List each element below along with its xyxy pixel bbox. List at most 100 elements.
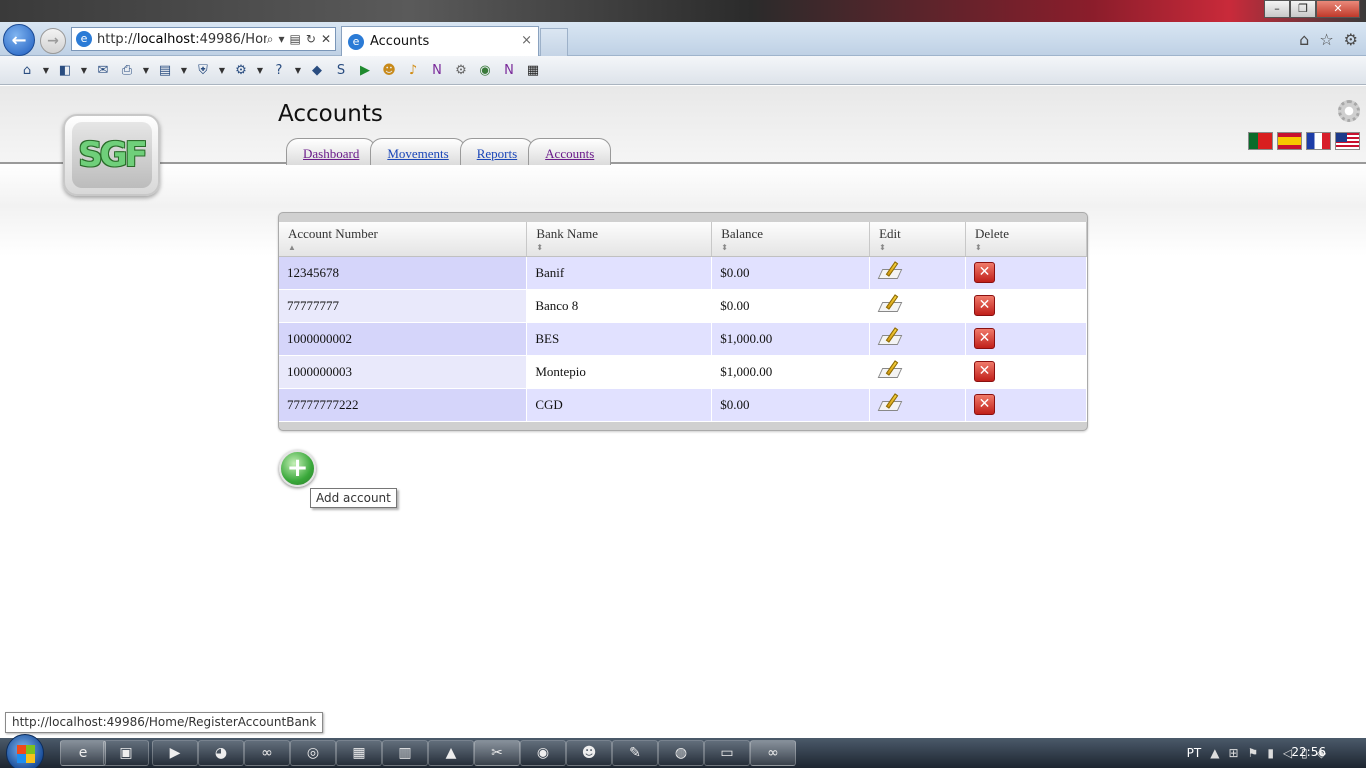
- delete-icon[interactable]: ✕: [974, 394, 996, 415]
- dropdown-arrow-icon[interactable]: ▼: [142, 61, 150, 79]
- edit-icon[interactable]: [877, 260, 903, 281]
- taskbar-firefox-icon[interactable]: ◕: [198, 740, 244, 766]
- taskbar-visual-studio-icon[interactable]: ∞: [244, 740, 290, 766]
- taskbar-globe-icon[interactable]: ◍: [658, 740, 704, 766]
- tab-dashboard-link[interactable]: Dashboard: [303, 146, 359, 161]
- refresh-icon[interactable]: ↻: [306, 32, 316, 47]
- taskbar-people-icon[interactable]: ☻: [566, 740, 612, 766]
- onenote-icon[interactable]: N: [500, 61, 518, 79]
- diamond-icon[interactable]: ◆: [308, 61, 326, 79]
- close-window-button[interactable]: ✕: [1316, 0, 1360, 18]
- minimize-button[interactable]: –: [1264, 0, 1290, 18]
- delete-icon[interactable]: ✕: [974, 295, 996, 316]
- back-button[interactable]: ←: [3, 24, 35, 56]
- tab-movements-link[interactable]: Movements: [387, 146, 448, 161]
- tools-gear-icon[interactable]: ⚙: [1344, 30, 1358, 49]
- dropdown-arrow-icon[interactable]: ▼: [294, 61, 302, 79]
- address-url[interactable]: http://localhost:49986/Home: [97, 32, 267, 47]
- france-flag-icon[interactable]: [1306, 132, 1331, 150]
- maximize-button[interactable]: ❐: [1290, 0, 1316, 18]
- play-icon[interactable]: ▶: [356, 61, 374, 79]
- delete-icon[interactable]: ✕: [974, 262, 996, 283]
- new-tab-button[interactable]: [540, 28, 568, 56]
- tab-accounts[interactable]: Accounts: [528, 138, 612, 165]
- taskbar-tools-icon[interactable]: ✂: [474, 740, 520, 766]
- mail-icon[interactable]: ✉: [94, 61, 112, 79]
- usa-flag-icon[interactable]: [1335, 132, 1360, 150]
- dropdown-arrow-icon[interactable]: ▾: [279, 32, 285, 47]
- page-menu-icon[interactable]: ▤: [156, 61, 174, 79]
- taskbar-archive-icon[interactable]: ▥: [382, 740, 428, 766]
- taskbar-notes-icon[interactable]: ✎: [612, 740, 658, 766]
- favorites-star-icon[interactable]: ☆: [1319, 30, 1333, 49]
- delete-icon[interactable]: ✕: [974, 328, 996, 349]
- music-icon[interactable]: ♪: [404, 61, 422, 79]
- language-indicator[interactable]: PT: [1187, 746, 1202, 760]
- dropdown-arrow-icon[interactable]: ▼: [180, 61, 188, 79]
- taskbar-media-player-icon[interactable]: ▶: [152, 740, 198, 766]
- action-center-flag-icon[interactable]: ⚑: [1248, 746, 1259, 760]
- tab-movements[interactable]: Movements: [370, 138, 466, 165]
- signal-icon[interactable]: ▮: [1267, 746, 1274, 760]
- edit-icon[interactable]: [877, 359, 903, 380]
- skype-icon[interactable]: S: [332, 61, 350, 79]
- browser-tab-accounts[interactable]: e Accounts ×: [341, 26, 539, 56]
- taskbar-network-icon[interactable]: ▦: [336, 740, 382, 766]
- column-header-delete[interactable]: Delete ⬍: [965, 222, 1087, 257]
- print-icon[interactable]: ⎙: [118, 61, 136, 79]
- edit-icon[interactable]: [877, 326, 903, 347]
- taskbar-explorer-icon[interactable]: ▣: [103, 740, 149, 766]
- edit-icon[interactable]: [877, 293, 903, 314]
- people-icon[interactable]: ☻: [380, 61, 398, 79]
- search-icon[interactable]: ⌕: [267, 32, 274, 47]
- portugal-flag-icon[interactable]: [1248, 132, 1273, 150]
- sgf-logo[interactable]: SGF: [63, 114, 160, 196]
- compatibility-view-icon[interactable]: ▤: [290, 32, 301, 47]
- forward-button[interactable]: →: [40, 28, 66, 54]
- delete-icon[interactable]: ✕: [974, 361, 996, 382]
- dropdown-arrow-icon[interactable]: ▼: [80, 61, 88, 79]
- clock[interactable]: 22:56: [1291, 745, 1326, 759]
- dropdown-arrow-icon[interactable]: ▼: [256, 61, 264, 79]
- feeds-icon[interactable]: ◧: [56, 61, 74, 79]
- stop-icon[interactable]: ✕: [321, 32, 331, 47]
- tab-dashboard[interactable]: Dashboard: [286, 138, 377, 165]
- taskbar-window-icon[interactable]: ▭: [704, 740, 750, 766]
- column-header-edit[interactable]: Edit ⬍: [869, 222, 967, 257]
- taskbar-ie-icon[interactable]: e: [60, 740, 106, 766]
- taskbar-disc-icon[interactable]: ◎: [290, 740, 336, 766]
- add-account-button[interactable]: +: [279, 450, 316, 487]
- dropdown-arrow-icon[interactable]: ▼: [42, 61, 50, 79]
- tab-reports[interactable]: Reports: [459, 138, 535, 165]
- onenote-icon[interactable]: N: [428, 61, 446, 79]
- tools-gear-icon[interactable]: ⚙: [232, 61, 250, 79]
- taskbar-chrome-icon[interactable]: ◉: [520, 740, 566, 766]
- tab-accounts-link[interactable]: Accounts: [545, 146, 594, 161]
- address-bar[interactable]: e http://localhost:49986/Home ⌕ ▾ ▤ ↻ ✕: [71, 27, 336, 51]
- home-icon[interactable]: ⌂: [18, 61, 36, 79]
- start-button[interactable]: [6, 734, 44, 768]
- eye-icon[interactable]: ◉: [476, 61, 494, 79]
- column-header-account-number[interactable]: Account Number ▲: [279, 222, 528, 257]
- sort-icon[interactable]: ⬍: [879, 243, 957, 252]
- gear-icon[interactable]: ⚙: [452, 61, 470, 79]
- sort-icon[interactable]: ⬍: [975, 243, 1078, 252]
- home-icon[interactable]: ⌂: [1299, 30, 1309, 49]
- taskbar-vs-active-icon[interactable]: ∞: [750, 740, 796, 766]
- column-header-bank-name[interactable]: Bank Name ⬍: [526, 222, 713, 257]
- close-tab-icon[interactable]: ×: [521, 33, 532, 48]
- safety-shield-icon[interactable]: ⛨: [194, 61, 212, 79]
- sort-asc-icon[interactable]: ▲: [288, 243, 518, 252]
- spain-flag-icon[interactable]: [1277, 132, 1302, 150]
- qr-code-icon[interactable]: ▦: [524, 61, 542, 79]
- tab-reports-link[interactable]: Reports: [477, 146, 517, 161]
- show-hidden-icons-icon[interactable]: ▲: [1210, 746, 1219, 760]
- column-header-balance[interactable]: Balance ⬍: [711, 222, 871, 257]
- help-icon[interactable]: ?: [270, 61, 288, 79]
- sort-icon[interactable]: ⬍: [536, 243, 703, 252]
- sort-icon[interactable]: ⬍: [721, 243, 861, 252]
- settings-gear-icon[interactable]: [1338, 100, 1360, 122]
- dropdown-arrow-icon[interactable]: ▼: [218, 61, 226, 79]
- edit-icon[interactable]: [877, 392, 903, 413]
- network-icon[interactable]: ⊞: [1228, 746, 1238, 760]
